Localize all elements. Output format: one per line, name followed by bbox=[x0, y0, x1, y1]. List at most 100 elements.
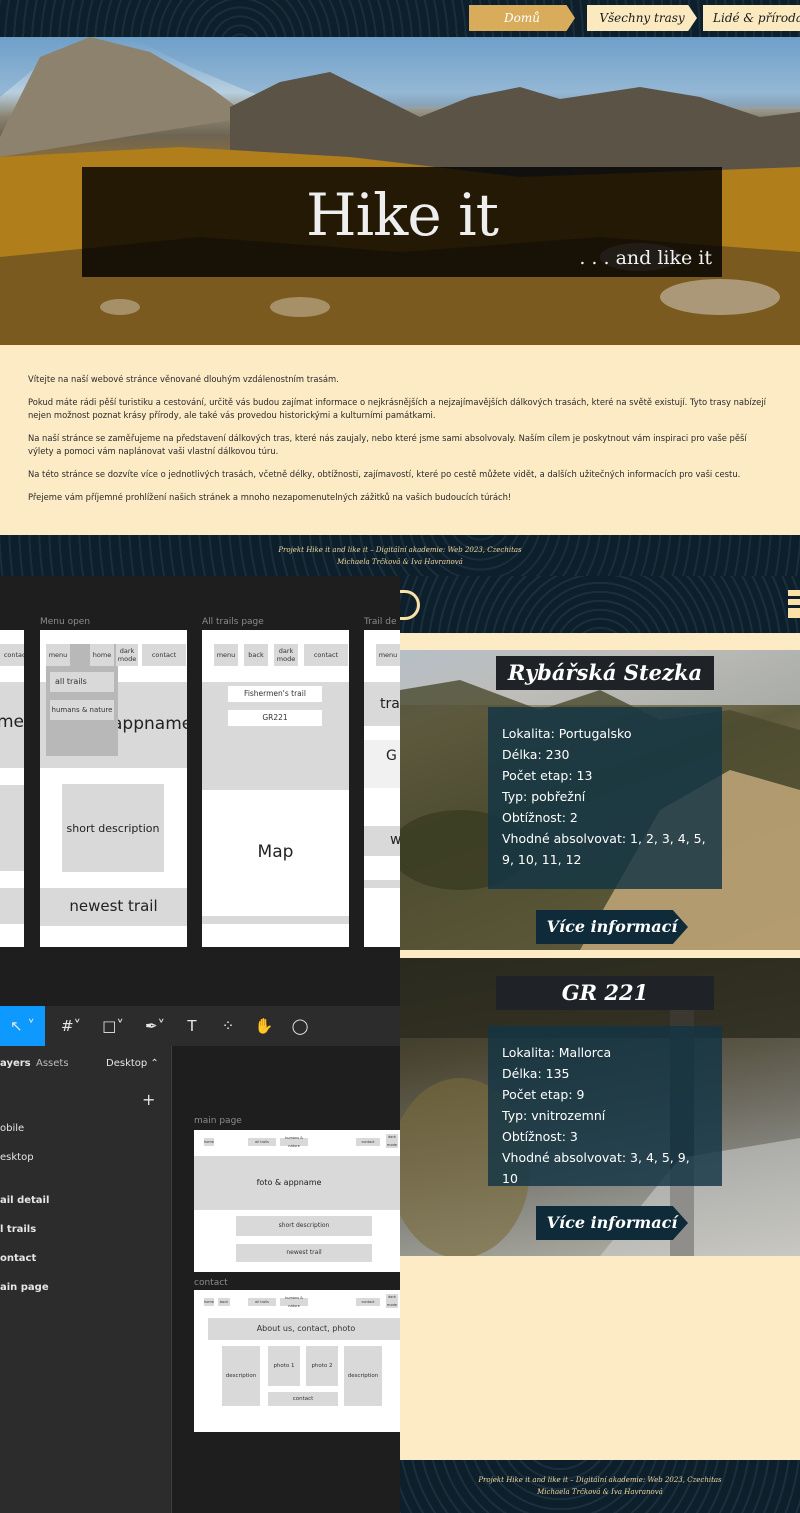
tab-layers[interactable]: ayers bbox=[0, 1058, 31, 1069]
trail-info-panel: Lokalita: Portugalsko Délka: 230 Počet e… bbox=[488, 707, 722, 889]
wire-box bbox=[0, 785, 24, 871]
frame-label: Trail de bbox=[364, 617, 397, 627]
dark-mode-moon-icon[interactable] bbox=[400, 590, 420, 620]
wire-contact-button: contact bbox=[0, 644, 24, 666]
wire-menu-item-all-trails: all trails bbox=[50, 672, 114, 692]
wireframe-menu-open[interactable]: appname menu home dark mode contact all … bbox=[40, 630, 187, 947]
trails-page: Rybářská Stezka Lokalita: Portugalsko Dé… bbox=[400, 576, 800, 1513]
frame-label: Menu open bbox=[40, 617, 91, 627]
tab-assets[interactable]: Assets bbox=[36, 1058, 69, 1069]
trails-header bbox=[400, 576, 800, 633]
nav-people-nature-button[interactable]: Lidé & příroda bbox=[703, 5, 800, 31]
trail-info-line: Počet etap: 9 bbox=[502, 1087, 585, 1102]
wire-back-button: back bbox=[218, 1298, 230, 1306]
trail-name: Rybářská Stezka bbox=[496, 656, 714, 690]
hero-image: Hike it . . . and like it bbox=[0, 37, 800, 345]
text-tool-icon[interactable]: T bbox=[180, 1014, 204, 1038]
layer-item[interactable]: ontact bbox=[0, 1253, 36, 1264]
navigation-bar: Domů Všechny trasy Lidé & příroda bbox=[0, 0, 800, 37]
intro-paragraph: Vítejte na naší webové stránce věnované … bbox=[28, 374, 339, 384]
pen-tool-icon[interactable]: ✒˅ bbox=[138, 1014, 172, 1038]
wire-newest-trail-label: newest trail bbox=[69, 897, 158, 915]
wire-dark-mode-button: dark mode bbox=[386, 1134, 398, 1148]
wire-home-button: home bbox=[204, 1138, 214, 1146]
wire-menu-item-humans-nature: humans & nature bbox=[50, 700, 114, 720]
wireframe-main-page[interactable]: home all trails humans & nature contact … bbox=[194, 1130, 400, 1272]
trail-info-line: Délka: 135 bbox=[502, 1066, 570, 1081]
intro-text: Vítejte na naší webové stránce věnované … bbox=[0, 345, 800, 535]
trail-card[interactable]: Rybářská Stezka Lokalita: Portugalsko Dé… bbox=[400, 650, 800, 950]
wire-map-label: Map bbox=[257, 842, 294, 862]
more-info-button[interactable]: Více informací bbox=[536, 1206, 688, 1240]
nav-home-button[interactable]: Domů bbox=[469, 5, 575, 31]
layer-item[interactable]: ail detail bbox=[0, 1195, 49, 1206]
wire-humans-nature-button: humans & nature bbox=[280, 1136, 308, 1148]
wire-dark-mode-button: dark mode bbox=[116, 644, 138, 666]
wireframe-trail-detail[interactable]: menu tra G w bbox=[364, 630, 400, 947]
page-item[interactable]: obile bbox=[0, 1123, 24, 1134]
add-page-icon[interactable]: + bbox=[142, 1090, 155, 1109]
footer-project: Projekt Hike it and like it – Digitální … bbox=[278, 546, 522, 554]
wire-humans-nature-button: humans & nature bbox=[280, 1296, 308, 1308]
trail-info-line: Vhodné absolvovat: 3, 4, 5, 9, 10 bbox=[502, 1150, 690, 1186]
wire-photo-box: photo 1 bbox=[268, 1346, 300, 1386]
more-info-button[interactable]: Více informací bbox=[536, 910, 688, 944]
footer-authors: Michaela Trčková & Iva Havranová bbox=[537, 1488, 663, 1496]
wire-menu-button: menu bbox=[46, 644, 70, 666]
hand-tool-icon[interactable]: ✋ bbox=[252, 1014, 276, 1038]
trail-info-line: Obtížnost: 3 bbox=[502, 1129, 578, 1144]
page-item[interactable]: esktop bbox=[0, 1152, 34, 1163]
comment-tool-icon[interactable]: ◯ bbox=[288, 1014, 312, 1038]
wire-all-trails-button: all trails bbox=[248, 1138, 276, 1146]
wireframe-contact[interactable]: home back all trails humans & nature con… bbox=[194, 1290, 400, 1432]
wire-home-button: home bbox=[204, 1298, 214, 1306]
wire-dark-mode-button: dark mode bbox=[274, 644, 298, 666]
desktop-canvas: main page home all trails humans & natur… bbox=[172, 1046, 400, 1513]
intro-paragraph: Na této stránce se dozvíte více o jednot… bbox=[28, 469, 741, 479]
intro-paragraph: Na naší stránce se zaměřujeme na předsta… bbox=[28, 433, 747, 456]
hero-subtitle: . . . and like it bbox=[579, 247, 712, 269]
wire-appname: appname bbox=[112, 714, 187, 734]
layers-panel: ayers Assets Desktop ⌃ + obile esktop ai… bbox=[0, 1046, 172, 1513]
wire-trail-item: GR221 bbox=[228, 710, 322, 726]
trail-info-line: Obtížnost: 2 bbox=[502, 810, 578, 825]
layer-item[interactable]: l trails bbox=[0, 1224, 36, 1235]
wire-contact-button: contact bbox=[356, 1298, 380, 1306]
nav-all-trails-button[interactable]: Všechny trasy bbox=[587, 5, 697, 31]
trail-name: GR 221 bbox=[496, 976, 714, 1010]
wire-contact-box: contact bbox=[268, 1392, 338, 1406]
trail-info-line: Typ: vnitrozemní bbox=[502, 1108, 606, 1123]
rectangle-tool-icon[interactable]: □˅ bbox=[96, 1014, 130, 1038]
hero-title: Hike it bbox=[306, 181, 499, 249]
move-tool-icon[interactable]: ↖ ˅ bbox=[0, 1006, 45, 1046]
wire-short-description-label: short description bbox=[66, 822, 160, 835]
wire-text: tra bbox=[380, 696, 400, 712]
trail-info-line: Počet etap: 13 bbox=[502, 768, 593, 783]
wire-trail-item: Fishermen's trail bbox=[228, 686, 322, 702]
menu-icon[interactable] bbox=[788, 590, 800, 618]
frame-label: All trails page bbox=[202, 617, 264, 627]
page-selector[interactable]: Desktop ⌃ bbox=[106, 1058, 159, 1069]
frame-tool-icon[interactable]: #˅ bbox=[54, 1014, 88, 1038]
frame-label: contact bbox=[194, 1278, 228, 1288]
wireframe-frame[interactable]: contact me bbox=[0, 630, 24, 947]
trails-footer: Projekt Hike it and like it – Digitální … bbox=[400, 1460, 800, 1513]
wire-contact-button: contact bbox=[356, 1138, 380, 1146]
site-footer: Projekt Hike it and like it – Digitální … bbox=[0, 535, 800, 576]
trail-info-panel: Lokalita: Mallorca Délka: 135 Počet etap… bbox=[488, 1026, 722, 1186]
trail-info-line: Délka: 230 bbox=[502, 747, 570, 762]
components-icon[interactable]: ⁘ bbox=[216, 1014, 240, 1038]
wireframe-all-trails[interactable]: menu back dark mode contact Fishermen's … bbox=[202, 630, 349, 947]
trail-info-line: Lokalita: Mallorca bbox=[502, 1045, 612, 1060]
frame-label: main page bbox=[194, 1116, 242, 1126]
intro-paragraph: Pokud máte rádi pěší turistiku a cestová… bbox=[28, 397, 766, 420]
wire-contact-button: contact bbox=[142, 644, 186, 666]
wire-menu-button: menu bbox=[376, 644, 400, 666]
wire-menu-button: menu bbox=[214, 644, 238, 666]
hero-title-box: Hike it . . . and like it bbox=[82, 167, 722, 277]
footer-project: Projekt Hike it and like it – Digitální … bbox=[478, 1476, 722, 1484]
wire-contact-button: contact bbox=[304, 644, 348, 666]
layer-item[interactable]: ain page bbox=[0, 1282, 49, 1293]
trail-card[interactable]: GR 221 Lokalita: Mallorca Délka: 135 Poč… bbox=[400, 958, 800, 1256]
wire-photo-box: photo 2 bbox=[306, 1346, 338, 1386]
